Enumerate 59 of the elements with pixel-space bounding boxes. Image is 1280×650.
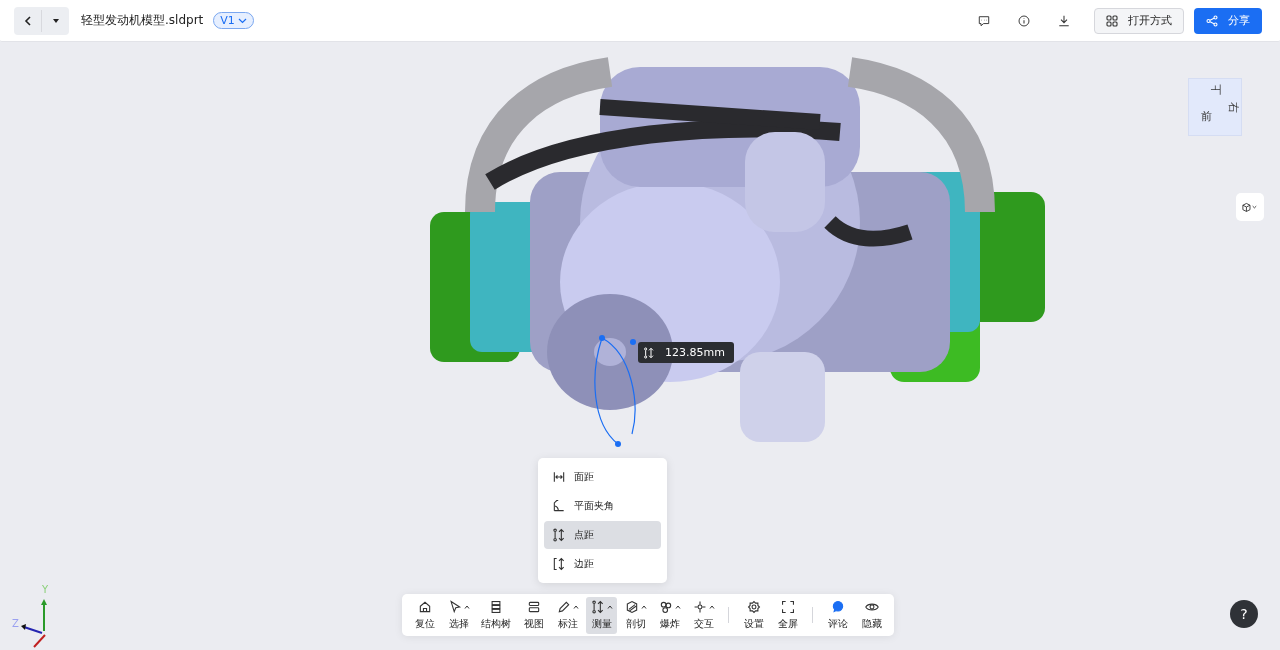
toolbar-button[interactable]: 视图: [518, 596, 549, 634]
gear-icon: [746, 600, 761, 614]
toolbar-button[interactable]: 剖切: [620, 596, 651, 634]
toolbar-button[interactable]: 复位: [409, 596, 440, 634]
caret-icon: [51, 17, 60, 24]
measure-option[interactable]: 面距: [544, 463, 661, 491]
view-mode-button[interactable]: [1236, 193, 1264, 221]
message-icon: [978, 13, 990, 28]
view-cube[interactable]: 上 前 右: [1188, 78, 1242, 136]
share-button[interactable]: 分享: [1194, 7, 1262, 34]
tree-icon: [489, 600, 503, 614]
pencil-icon: [556, 600, 571, 614]
info-icon: [1018, 13, 1030, 28]
cursor-icon: [447, 600, 462, 614]
toolbar-button[interactable]: 隐藏: [856, 596, 887, 634]
measure-option[interactable]: 点距: [544, 521, 661, 549]
cube-face-label: 前: [1201, 111, 1212, 123]
version-badge[interactable]: V1: [213, 12, 254, 29]
home-icon: [417, 600, 432, 614]
toolbar-button[interactable]: 爆炸: [654, 596, 685, 634]
point-distance-icon: [643, 346, 655, 359]
cube-face-label: 上: [1210, 83, 1223, 95]
toolbar-button[interactable]: 测量: [586, 596, 617, 634]
download-icon: [1058, 13, 1070, 28]
measure-option[interactable]: 平面夹角: [544, 492, 661, 520]
z-axis-label: Z: [12, 618, 19, 629]
cube-face-label: 右: [1226, 101, 1239, 113]
toolbar-button[interactable]: 全屏: [772, 596, 803, 634]
chevron-down-icon: [237, 17, 247, 24]
measure-icon: [590, 600, 605, 614]
edge-distance-icon: [552, 557, 566, 571]
measure-option[interactable]: 边距: [544, 550, 661, 578]
layers-icon: [526, 600, 541, 614]
point-distance-icon: [552, 528, 566, 542]
fullscreen-icon: [780, 600, 795, 614]
explode-icon: [658, 600, 673, 614]
z-axis-arrow: [21, 624, 43, 634]
y-axis-label: Y: [42, 584, 49, 595]
measurement-value: 123.85mm: [665, 346, 725, 359]
toolbar-button[interactable]: 标注: [552, 596, 583, 634]
face-distance-icon: [552, 470, 566, 484]
help-button[interactable]: ?: [1230, 600, 1258, 628]
open-with-button[interactable]: 打开方式: [1094, 7, 1184, 34]
move-icon: [692, 600, 707, 614]
toolbar-button[interactable]: 结构树: [477, 596, 515, 634]
x-axis-line: [33, 634, 46, 648]
cube-section-icon: [624, 600, 639, 614]
eye-icon: [864, 600, 879, 614]
share-icon: [1206, 14, 1218, 27]
toolbar-button[interactable]: 设置: [738, 596, 769, 634]
toolbar-button[interactable]: 交互: [688, 596, 719, 634]
toolbar-button[interactable]: 评论: [822, 596, 853, 634]
angle-icon: [552, 499, 566, 513]
comment-icon: [830, 600, 845, 614]
file-name: 轻型发动机模型.sldprt: [81, 12, 204, 29]
y-axis-arrow: [41, 599, 47, 632]
cube-icon: [1242, 202, 1258, 212]
toolbar-button[interactable]: 选择: [443, 596, 474, 634]
grid-icon: [1106, 14, 1118, 27]
